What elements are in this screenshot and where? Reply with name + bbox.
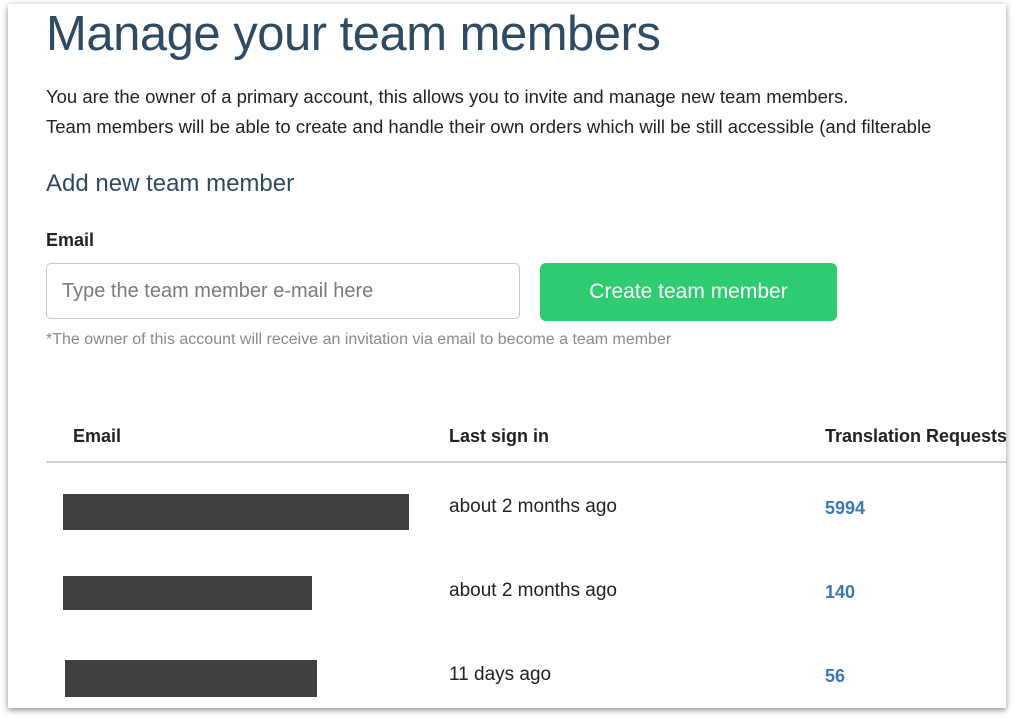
create-team-member-button[interactable]: Create team member — [540, 263, 837, 321]
translation-requests-link[interactable]: 5994 — [825, 498, 865, 519]
redacted-email — [65, 660, 317, 697]
add-member-heading: Add new team member — [46, 170, 295, 197]
column-header-translation-requests: Translation Requests — [825, 426, 1006, 446]
last-sign-in: about 2 months ago — [449, 496, 617, 517]
invitation-hint: *The owner of this account will receive … — [46, 331, 672, 348]
table-header-divider — [46, 461, 1006, 463]
description-line-2: Team members will be able to create and … — [46, 116, 932, 137]
translation-requests-link[interactable]: 140 — [825, 582, 855, 603]
redacted-email — [63, 494, 409, 530]
redacted-email — [63, 576, 312, 610]
description-line-1: You are the owner of a primary account, … — [46, 86, 849, 107]
email-input[interactable] — [46, 263, 520, 319]
email-label: Email — [46, 230, 95, 250]
page-panel: Manage your team members You are the own… — [8, 4, 1006, 708]
column-header-last-sign-in: Last sign in — [449, 426, 550, 446]
page-title: Manage your team members — [46, 7, 661, 61]
column-header-email: Email — [73, 426, 122, 446]
last-sign-in: about 2 months ago — [449, 580, 617, 601]
translation-requests-link[interactable]: 56 — [825, 666, 845, 687]
last-sign-in: 11 days ago — [449, 664, 552, 685]
